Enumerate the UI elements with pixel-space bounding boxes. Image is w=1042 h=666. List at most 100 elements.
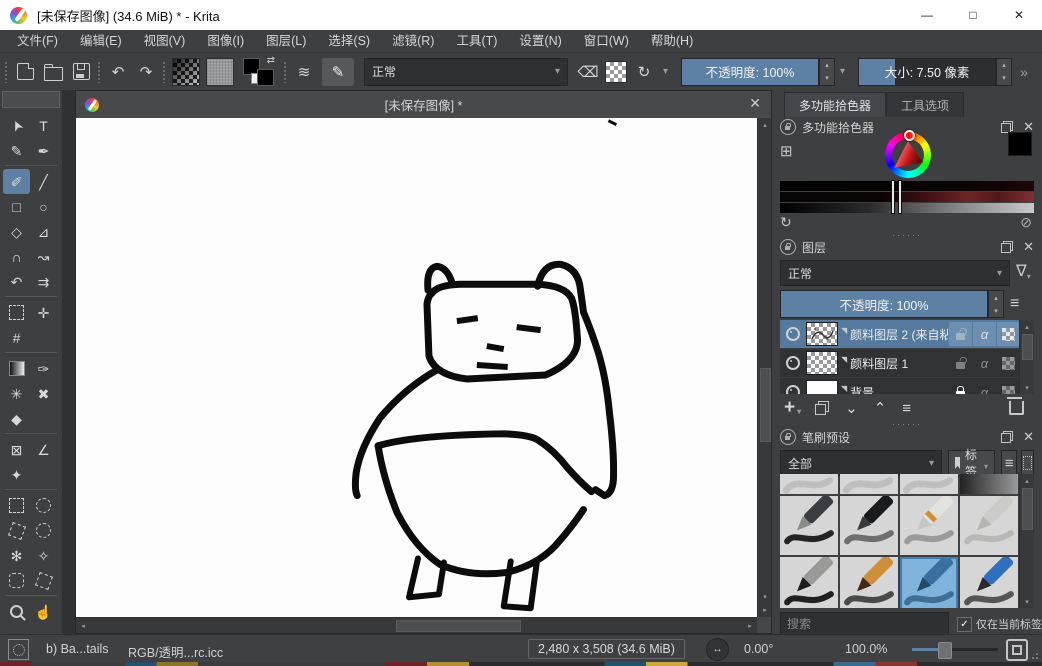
tool-crop[interactable]: # xyxy=(3,325,30,350)
toolbar-overflow-button[interactable]: » xyxy=(1020,64,1028,80)
layer-name[interactable]: 颜料图层 1 xyxy=(850,355,948,372)
move-layer-up-button[interactable]: ⌃ xyxy=(874,399,887,417)
layer-filter-button[interactable]: ∇▾ xyxy=(1016,261,1031,287)
horizontal-scrollbar[interactable]: ◂ ▸ xyxy=(76,617,757,633)
menu-image[interactable]: 图像(I) xyxy=(196,30,255,52)
tool-bezier-select[interactable] xyxy=(3,568,30,593)
move-layer-down-button[interactable]: ⌄ xyxy=(845,399,858,417)
layer-thumbnail[interactable] xyxy=(806,380,838,394)
tool-similar-color-select[interactable]: ✻ xyxy=(3,543,30,568)
inherit-alpha-toggle[interactable] xyxy=(997,322,1020,346)
brush-preset-marker-chisel[interactable] xyxy=(900,496,958,555)
new-document-button[interactable] xyxy=(11,58,39,86)
tool-select-by-color[interactable]: ✧ xyxy=(30,543,57,568)
scroll-up-icon[interactable]: ▴ xyxy=(758,118,772,131)
delete-layer-button[interactable] xyxy=(1009,401,1024,415)
tool-freehand-path[interactable]: ↝ xyxy=(30,244,57,269)
tool-line[interactable]: ╱ xyxy=(30,169,57,194)
tool-polygon[interactable]: ◇ xyxy=(3,219,30,244)
toolbar-drag-handle[interactable] xyxy=(162,61,167,83)
tool-fill[interactable]: ◆ xyxy=(3,406,30,431)
duplicate-layer-button[interactable] xyxy=(815,401,829,415)
close-button[interactable]: ✕ xyxy=(996,0,1042,30)
tool-freehand-select[interactable] xyxy=(30,518,57,543)
zoom-slider[interactable] xyxy=(912,648,998,651)
tool-assistants[interactable]: ⊠ xyxy=(3,437,30,462)
close-docker-icon[interactable]: ✕ xyxy=(1023,239,1034,255)
tool-calligraphy[interactable]: ✒ xyxy=(30,138,57,163)
spin-down-icon[interactable]: ▾ xyxy=(820,72,834,85)
scroll-thumb[interactable] xyxy=(1022,488,1033,530)
zoom-fit-button[interactable] xyxy=(1006,639,1028,661)
open-document-button[interactable] xyxy=(39,58,67,86)
reload-preset-button[interactable]: ↻ xyxy=(630,58,658,86)
image-dimensions[interactable]: 2,480 x 3,508 (34.6 MiB) xyxy=(528,639,685,659)
docker-lock-icon[interactable] xyxy=(780,239,796,255)
brush-editor-button[interactable]: ✎ xyxy=(322,58,354,86)
menu-tools[interactable]: 工具(T) xyxy=(445,30,508,52)
scroll-thumb[interactable] xyxy=(1022,334,1033,360)
scroll-up-icon[interactable]: ▴ xyxy=(1020,474,1034,487)
thumbnail-size-button[interactable] xyxy=(1021,450,1034,476)
menu-edit[interactable]: 编辑(E) xyxy=(69,30,133,52)
scroll-left-icon[interactable]: ◂ xyxy=(76,619,90,632)
layer-row[interactable]: ◥ 颜料图层 2 (来自粘贴) α xyxy=(780,320,1020,349)
pattern-swatch-button[interactable] xyxy=(206,58,234,86)
close-docker-icon[interactable]: ✕ xyxy=(1023,429,1034,445)
current-color-swatch[interactable] xyxy=(1008,132,1032,156)
layer-opacity-slider[interactable]: 不透明度: 100% xyxy=(780,290,988,318)
tool-rectangle[interactable]: □ xyxy=(3,194,30,219)
canvas-angle-value[interactable]: 0.00° xyxy=(744,642,773,656)
menu-help[interactable]: 帮助(H) xyxy=(640,30,704,52)
scroll-up-icon[interactable]: ▴ xyxy=(1020,320,1034,333)
canvas-rotation-dial[interactable]: ↔ xyxy=(706,638,729,661)
tool-polygon-select[interactable] xyxy=(3,518,30,543)
docker-lock-icon[interactable] xyxy=(780,119,796,135)
tool-ellipse[interactable]: ○ xyxy=(30,194,57,219)
tool-bezier-curve[interactable]: ∩ xyxy=(3,244,30,269)
visibility-eye-icon[interactable] xyxy=(786,327,800,341)
brush-preset-watercolor-round[interactable] xyxy=(900,557,958,608)
spin-up-icon[interactable]: ▴ xyxy=(997,59,1011,72)
brush-view-menu-button[interactable]: ≡ xyxy=(1001,450,1017,476)
tab-advanced-color-selector[interactable]: 多功能拾色器 xyxy=(784,92,886,117)
refresh-icon[interactable]: ↻ xyxy=(780,214,792,231)
layer-thumbnail[interactable] xyxy=(806,351,838,375)
window-resize-grip[interactable] xyxy=(1027,648,1040,661)
chevron-down-icon[interactable]: ▾ xyxy=(658,66,673,77)
color-triangle[interactable] xyxy=(893,141,923,169)
layer-lock-toggle[interactable] xyxy=(949,380,972,394)
menu-filter[interactable]: 滤镜(R) xyxy=(381,30,445,52)
maximize-button[interactable]: □ xyxy=(950,0,996,30)
tool-text[interactable]: T xyxy=(30,113,57,138)
layers-menu-icon[interactable]: ≡ xyxy=(1010,295,1018,313)
swap-colors-icon[interactable]: ⇄ xyxy=(267,55,275,66)
canvas[interactable] xyxy=(76,118,757,617)
shade-bar-1[interactable] xyxy=(780,181,1034,191)
float-docker-icon[interactable] xyxy=(1001,431,1013,443)
tool-pan[interactable]: ☝ xyxy=(30,599,57,624)
brush-preset-airbrush-linear[interactable] xyxy=(840,474,898,494)
brush-search-input[interactable] xyxy=(780,612,949,636)
layer-list-scrollbar[interactable]: ▴ ▾ xyxy=(1019,320,1034,394)
brush-size-slider[interactable]: 大小: 7.50 像素 xyxy=(858,58,996,86)
color-wheel[interactable] xyxy=(885,132,931,178)
vertical-scrollbar[interactable]: ▴ ▾ ▸ xyxy=(757,118,771,617)
save-button[interactable] xyxy=(67,58,95,86)
alpha-lock-toggle[interactable]: α xyxy=(973,322,996,346)
inherit-alpha-toggle[interactable] xyxy=(997,380,1020,394)
menu-select[interactable]: 选择(S) xyxy=(317,30,381,52)
brush-settings-button[interactable]: ≋ xyxy=(290,58,318,86)
toolbar-drag-handle[interactable] xyxy=(283,61,288,83)
tool-reference-images[interactable]: ✦ xyxy=(3,462,30,487)
shade-bar-3[interactable] xyxy=(780,203,1034,213)
layer-opacity-spinner[interactable]: ▴▾ xyxy=(988,290,1004,318)
tool-ellipse-select[interactable] xyxy=(30,493,57,518)
layer-row[interactable]: ◥ 颜料图层 1 α xyxy=(780,349,1020,378)
brush-filter-dropdown[interactable]: 全部 ▾ xyxy=(780,450,942,476)
preserve-alpha-button[interactable] xyxy=(605,61,627,83)
layer-name[interactable]: 背景 xyxy=(850,384,948,395)
menu-view[interactable]: 视图(V) xyxy=(133,30,197,52)
foreground-background-colors[interactable]: ⇄ xyxy=(241,57,277,87)
tool-transform[interactable] xyxy=(3,300,30,325)
